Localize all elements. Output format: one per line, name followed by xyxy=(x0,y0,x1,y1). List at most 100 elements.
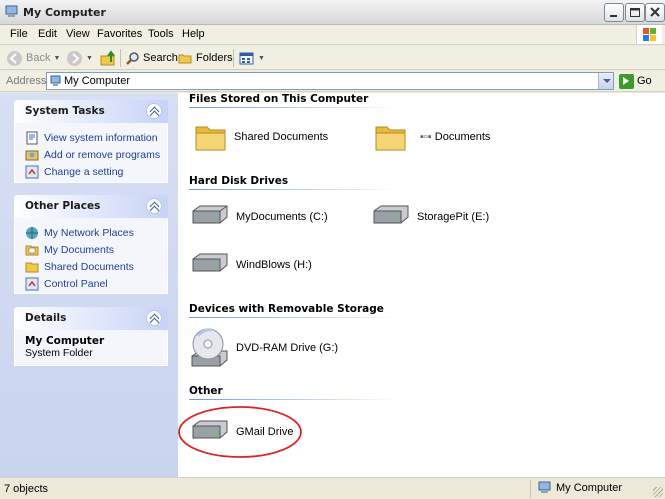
maximize-button[interactable] xyxy=(625,3,645,22)
menu-help[interactable]: Help xyxy=(182,28,205,40)
task-label: Add or remove programs xyxy=(44,148,161,161)
address-value: My Computer xyxy=(64,75,131,87)
group-other-title: Other xyxy=(189,385,223,397)
menu-view[interactable]: View xyxy=(66,28,90,40)
views-icon xyxy=(239,52,254,64)
address-input[interactable]: My Computer xyxy=(46,72,614,90)
details-panel: Details My Computer System Folder xyxy=(14,307,168,366)
folders-label: Folders xyxy=(196,52,233,64)
system-tasks-header[interactable]: System Tasks xyxy=(14,100,168,123)
my-computer-icon xyxy=(5,5,18,17)
menu-bar: File Edit View Favorites Tools Help xyxy=(0,25,665,45)
task-label: Change a setting xyxy=(44,165,124,178)
folder-icon xyxy=(375,126,406,151)
item-user-documents[interactable]: ▪▫▪ Documents xyxy=(374,121,490,153)
minimize-button[interactable] xyxy=(604,3,624,22)
menu-file[interactable]: File xyxy=(10,28,28,40)
hard-drive-icon xyxy=(192,253,228,272)
address-label: Address xyxy=(6,75,47,87)
folder-icon xyxy=(195,126,226,151)
search-button[interactable]: Search xyxy=(125,49,178,67)
search-label: Search xyxy=(143,52,178,64)
shared-folder-icon xyxy=(25,262,39,272)
item-drive-e[interactable]: StoragePit (E:) xyxy=(371,203,489,231)
other-places-header[interactable]: Other Places xyxy=(14,195,168,218)
toolbar-separator xyxy=(233,49,234,67)
task-pane: System Tasks View system information Add… xyxy=(0,93,178,477)
forward-arrow-icon xyxy=(67,50,82,66)
collapse-chevron-icon[interactable] xyxy=(146,198,162,214)
search-icon xyxy=(126,51,139,65)
folders-button[interactable]: Folders xyxy=(178,49,233,67)
title-bar[interactable]: My Computer xyxy=(0,0,665,25)
task-add-remove-programs[interactable]: Add or remove programs xyxy=(25,146,161,163)
chevron-down-icon: ▼ xyxy=(53,54,61,62)
place-label: My Network Places xyxy=(44,226,134,239)
item-label: WindBlows (H:) xyxy=(236,259,312,271)
group-divider xyxy=(189,399,399,400)
dvd-drive-icon xyxy=(191,328,228,367)
content-pane: Files Stored on This Computer Shared Doc… xyxy=(178,93,665,477)
system-tasks-panel: System Tasks View system information Add… xyxy=(14,100,168,183)
place-label: My Documents xyxy=(44,243,115,256)
item-label-text: Documents xyxy=(434,131,491,143)
menu-tools[interactable]: Tools xyxy=(148,28,174,40)
toolbar-separator xyxy=(120,49,121,67)
item-drive-c[interactable]: MyDocuments (C:) xyxy=(190,203,328,231)
go-button[interactable]: Go xyxy=(619,73,652,89)
group-divider xyxy=(189,107,399,108)
collapse-chevron-icon[interactable] xyxy=(146,310,162,326)
hard-drive-icon xyxy=(192,420,228,439)
task-label: View system information xyxy=(44,131,158,144)
explorer-window: My Computer File Edit View Favorites Too… xyxy=(0,0,665,499)
menu-edit[interactable]: Edit xyxy=(38,28,57,40)
windows-logo xyxy=(636,25,662,44)
window-title: My Computer xyxy=(23,6,106,19)
item-gmail-drive[interactable]: GMail Drive xyxy=(190,418,293,446)
back-label: Back xyxy=(26,52,51,64)
hard-drive-icon xyxy=(192,205,228,224)
place-my-documents[interactable]: My Documents xyxy=(25,241,161,258)
add-remove-programs-icon xyxy=(25,150,39,160)
details-header[interactable]: Details xyxy=(14,307,168,330)
details-name: My Computer xyxy=(25,335,105,347)
status-bar: 7 objects My Computer xyxy=(0,477,665,499)
address-dropdown-button[interactable] xyxy=(598,73,613,89)
place-control-panel[interactable]: Control Panel xyxy=(25,275,161,292)
close-button[interactable] xyxy=(645,3,665,22)
maximize-icon xyxy=(630,8,640,17)
place-shared-documents[interactable]: Shared Documents xyxy=(25,258,161,275)
item-label: DVD-RAM Drive (G:) xyxy=(236,342,339,354)
my-computer-icon xyxy=(538,481,551,493)
close-icon xyxy=(650,7,660,17)
collapse-chevron-icon[interactable] xyxy=(146,103,162,119)
back-button[interactable]: Back ▼ xyxy=(6,49,60,67)
other-places-panel: Other Places My Network Places My Docume… xyxy=(14,195,168,294)
my-computer-icon xyxy=(50,75,61,86)
place-my-network-places[interactable]: My Network Places xyxy=(25,224,161,241)
documents-folder-icon xyxy=(25,245,39,255)
task-view-system-information[interactable]: View system information xyxy=(25,129,161,146)
up-folder-button[interactable] xyxy=(100,49,117,67)
folders-icon xyxy=(178,54,192,63)
address-bar: Address My Computer Go xyxy=(0,71,665,92)
place-label: Control Panel xyxy=(44,277,108,290)
hard-drive-icon xyxy=(373,205,409,224)
task-change-setting[interactable]: Change a setting xyxy=(25,163,161,180)
minimize-icon xyxy=(610,15,617,17)
status-object-count: 7 objects xyxy=(4,483,49,495)
status-location: My Computer xyxy=(538,481,622,495)
item-label: MyDocuments (C:) xyxy=(236,211,328,223)
forward-button[interactable]: ▼ xyxy=(66,49,93,67)
menu-favorites[interactable]: Favorites xyxy=(97,28,142,40)
system-tasks-title: System Tasks xyxy=(25,105,105,117)
item-dvd-drive[interactable]: DVD-RAM Drive (G:) xyxy=(190,326,338,370)
back-arrow-icon xyxy=(7,50,22,66)
system-info-icon xyxy=(26,131,38,144)
views-button[interactable]: ▼ xyxy=(239,49,265,67)
network-icon xyxy=(26,226,38,239)
resize-grip[interactable] xyxy=(653,487,663,497)
item-drive-h[interactable]: WindBlows (H:) xyxy=(190,251,312,279)
item-shared-documents[interactable]: Shared Documents xyxy=(194,121,328,153)
group-files-title: Files Stored on This Computer xyxy=(189,93,369,105)
